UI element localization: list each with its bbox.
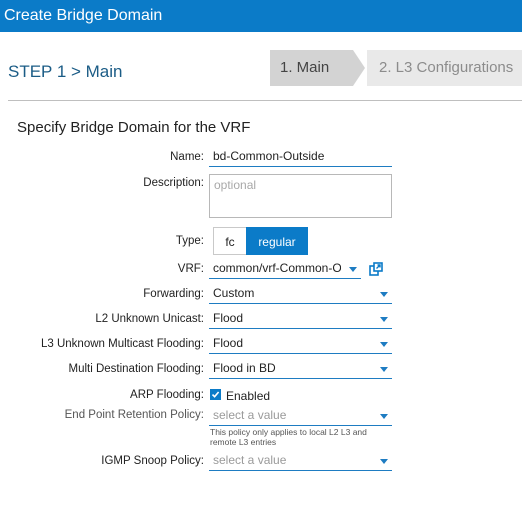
type-regular-button[interactable]: regular bbox=[246, 227, 308, 255]
vrf-select[interactable]: common/vrf-Common-Ou bbox=[209, 259, 361, 279]
wizard-header: STEP 1 > Main 1. Main 2. L3 Configuratio… bbox=[0, 32, 522, 105]
step-label: STEP 1 > Main bbox=[8, 62, 123, 81]
name-label: Name: bbox=[170, 151, 204, 163]
vrf-value: common/vrf-Common-Ou bbox=[213, 261, 341, 275]
description-label: Description: bbox=[143, 177, 204, 189]
type-label: Type: bbox=[175, 235, 204, 247]
igmp-snoop-label: IGMP Snoop Policy: bbox=[101, 455, 204, 467]
arp-flooding-label: ARP Flooding: bbox=[130, 389, 204, 401]
tab-main[interactable]: 1. Main bbox=[270, 50, 353, 86]
divider bbox=[8, 100, 522, 101]
l3-unknown-multicast-label: L3 Unknown Multicast Flooding: bbox=[41, 338, 204, 350]
multi-dest-flooding-label: Multi Destination Flooding: bbox=[68, 363, 204, 375]
igmp-snoop-select[interactable]: select a value bbox=[209, 451, 392, 471]
endpoint-retention-placeholder: select a value bbox=[213, 408, 287, 422]
description-textarea[interactable]: optional bbox=[209, 174, 392, 218]
dialog-title: Create Bridge Domain bbox=[0, 0, 522, 32]
forwarding-value: Custom bbox=[213, 286, 255, 300]
description-placeholder: optional bbox=[214, 178, 257, 192]
l3-unknown-multicast-value: Flood bbox=[213, 336, 244, 350]
name-field[interactable]: bd-Common-Outside bbox=[209, 147, 392, 167]
multi-dest-flooding-value: Flood in BD bbox=[213, 361, 276, 375]
chevron-down-icon bbox=[380, 317, 388, 322]
l2-unknown-unicast-select[interactable]: Flood bbox=[209, 309, 392, 329]
multi-dest-flooding-select[interactable]: Flood in BD bbox=[209, 359, 392, 379]
section-title: Specify Bridge Domain for the VRF bbox=[17, 119, 251, 136]
endpoint-retention-hint: This policy only applies to local L2 L3 … bbox=[210, 427, 367, 447]
chevron-down-icon bbox=[380, 414, 388, 419]
chevron-down-icon bbox=[380, 342, 388, 347]
forwarding-select[interactable]: Custom bbox=[209, 284, 392, 304]
arp-flooding-checkbox[interactable] bbox=[210, 389, 221, 400]
wizard-steps: 1. Main 2. L3 Configurations bbox=[270, 50, 522, 86]
l3-unknown-multicast-select[interactable]: Flood bbox=[209, 334, 392, 354]
l2-unknown-unicast-value: Flood bbox=[213, 311, 244, 325]
igmp-snoop-placeholder: select a value bbox=[213, 453, 287, 467]
endpoint-retention-label: End Point Retention Policy: bbox=[64, 409, 204, 421]
forwarding-label: Forwarding: bbox=[143, 288, 204, 300]
name-value: bd-Common-Outside bbox=[213, 149, 325, 163]
l2-unknown-unicast-label: L2 Unknown Unicast: bbox=[95, 313, 204, 325]
checkmark-icon bbox=[211, 391, 220, 398]
vrf-label: VRF: bbox=[177, 263, 204, 275]
chevron-down-icon bbox=[349, 267, 357, 272]
chevron-down-icon bbox=[380, 367, 388, 372]
step-arrow-icon bbox=[353, 50, 365, 86]
chevron-down-icon bbox=[380, 292, 388, 297]
type-fc-button[interactable]: fc bbox=[213, 227, 247, 255]
arp-flooding-text: Enabled bbox=[226, 389, 271, 403]
external-link-icon[interactable] bbox=[369, 262, 383, 276]
chevron-down-icon bbox=[380, 459, 388, 464]
endpoint-retention-select[interactable]: select a value bbox=[209, 406, 392, 426]
tab-l3-configurations[interactable]: 2. L3 Configurations bbox=[367, 50, 522, 86]
